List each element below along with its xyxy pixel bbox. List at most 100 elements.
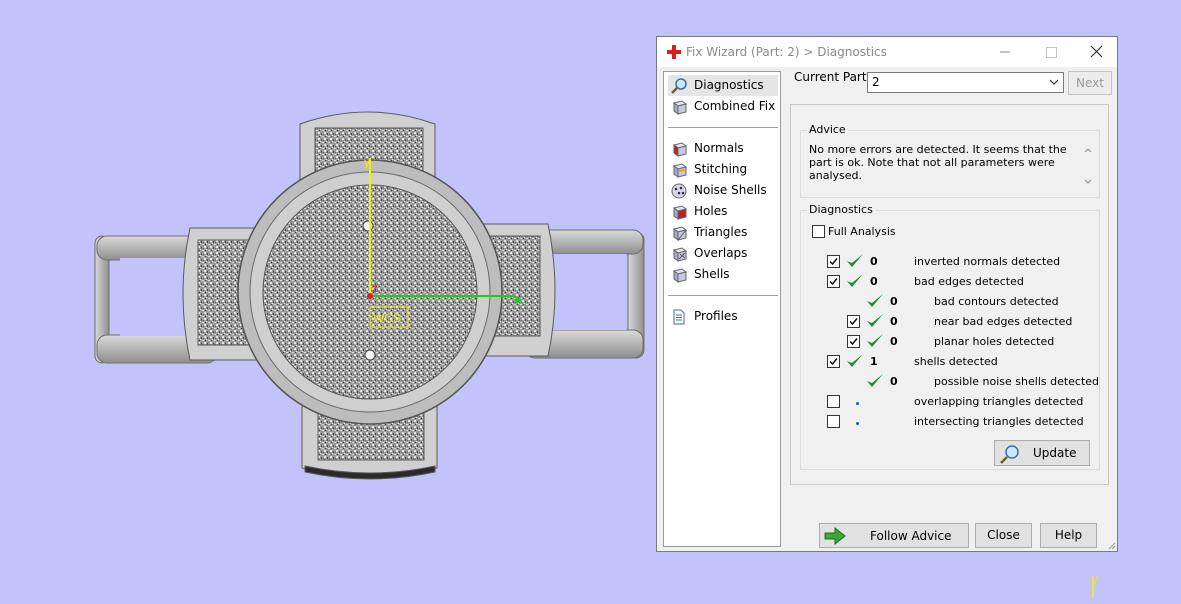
checkmark-icon xyxy=(829,358,838,366)
diagnostic-row: 1 shells detected xyxy=(801,353,1099,375)
nav-item-diagnostics[interactable]: Diagnostics xyxy=(668,75,778,96)
ok-check-icon xyxy=(866,313,884,329)
nav-item-overlaps[interactable]: Overlaps xyxy=(668,243,778,264)
current-part-label: Current Part: xyxy=(794,70,871,84)
diagnostics-title: Diagnostics xyxy=(807,203,875,216)
triangles-icon xyxy=(672,226,688,241)
diagnostic-label: planar holes detected xyxy=(934,335,1055,348)
nav-item-noise-shells[interactable]: Noise Shells xyxy=(668,180,778,201)
maximize-icon xyxy=(1046,47,1057,58)
advice-title: Advice xyxy=(807,123,848,136)
corner-triad-icon xyxy=(1092,575,1099,598)
chevron-down-icon xyxy=(1049,79,1059,85)
fix-wizard-dialog: Fix Wizard (Part: 2) > Diagnostics Diagn… xyxy=(656,36,1118,552)
diagnostic-checkbox[interactable] xyxy=(827,395,840,408)
diagnostic-row: overlapping triangles detected xyxy=(801,395,1099,415)
nav-divider xyxy=(668,127,778,128)
nav-item-normals[interactable]: Normals xyxy=(668,138,778,159)
ok-check-icon xyxy=(846,273,864,289)
diagnostic-count: 0 xyxy=(890,295,898,308)
maximize-button[interactable] xyxy=(1028,37,1074,67)
nav-label: Profiles xyxy=(694,309,738,323)
pending-dot-icon xyxy=(856,402,859,405)
diagnostic-checkbox[interactable] xyxy=(827,275,840,288)
cube-icon xyxy=(672,100,688,115)
resize-grip-icon[interactable] xyxy=(1106,540,1116,550)
diagnostic-label: intersecting triangles detected xyxy=(914,415,1084,428)
diagnostic-count: 0 xyxy=(890,335,898,348)
diagnostic-row: 0 possible noise shells detected xyxy=(801,373,1099,395)
y-axis-label: y xyxy=(364,155,370,169)
wcs-label: WCS xyxy=(373,311,401,325)
diagnostic-count: 0 xyxy=(870,275,878,288)
diagnostic-checkbox[interactable] xyxy=(847,335,860,348)
diagnostic-row: 0 bad contours detected xyxy=(801,293,1099,315)
ok-check-icon xyxy=(866,333,884,349)
current-part-select[interactable]: 2 xyxy=(867,72,1064,93)
nav-label: Stitching xyxy=(694,162,748,176)
nav-item-combined-fix[interactable]: Combined Fix xyxy=(668,96,778,117)
checkmark-icon xyxy=(849,338,858,346)
diagnostic-label: inverted normals detected xyxy=(914,255,1061,268)
diagnostic-row: 0 near bad edges detected xyxy=(801,313,1099,335)
diagnostic-checkbox[interactable] xyxy=(827,355,840,368)
help-button[interactable]: Help xyxy=(1040,523,1097,548)
wizard-nav: Diagnostics Combined Fix Normals Stitchi… xyxy=(663,71,781,547)
checkmark-icon xyxy=(829,258,838,266)
checkmark-icon xyxy=(829,278,838,286)
diagnostic-count: 0 xyxy=(890,315,898,328)
diagnostic-label: bad edges detected xyxy=(914,275,1024,288)
full-analysis-checkbox[interactable] xyxy=(812,225,825,238)
diagnostic-row: 0 inverted normals detected xyxy=(801,254,1099,275)
magnifier-icon xyxy=(1000,445,1019,464)
holes-icon xyxy=(672,205,688,220)
diagnostic-label: shells detected xyxy=(914,355,998,368)
nav-item-shells[interactable]: Shells xyxy=(668,264,778,285)
follow-advice-button[interactable]: Follow Advice xyxy=(819,523,969,548)
overlaps-icon xyxy=(672,247,688,262)
title-bar[interactable]: Fix Wizard (Part: 2) > Diagnostics xyxy=(657,37,1117,67)
nav-item-holes[interactable]: Holes xyxy=(668,201,778,222)
z-axis-label: z xyxy=(372,281,378,295)
ok-check-icon xyxy=(866,293,884,309)
diagnostic-label: overlapping triangles detected xyxy=(914,395,1084,408)
normals-icon xyxy=(672,142,688,157)
pending-dot-icon xyxy=(856,422,859,425)
minimize-icon xyxy=(1000,51,1010,53)
follow-advice-label: Follow Advice xyxy=(870,529,952,543)
diagnostic-checkbox[interactable] xyxy=(827,415,840,428)
close-icon xyxy=(1090,45,1103,58)
ok-check-icon xyxy=(846,353,864,369)
next-button[interactable]: Next xyxy=(1068,71,1112,95)
diagnostic-checkbox[interactable] xyxy=(847,315,860,328)
update-label: Update xyxy=(1033,446,1077,460)
diagnostic-row: 0 bad edges detected xyxy=(801,273,1099,295)
diagnostic-count: 0 xyxy=(870,255,878,268)
nav-item-triangles[interactable]: Triangles xyxy=(668,222,778,243)
nav-item-stitching[interactable]: Stitching xyxy=(668,159,778,180)
nav-label: Shells xyxy=(694,267,730,281)
nav-label: Triangles xyxy=(694,225,748,239)
diagnostic-row: intersecting triangles detected xyxy=(801,415,1099,435)
magnifier-icon xyxy=(671,78,687,94)
close-window-button[interactable] xyxy=(1074,37,1120,67)
current-part-value: 2 xyxy=(872,75,880,89)
diagnostics-group: Diagnostics Full Analysis 0 inverted norm… xyxy=(800,203,1100,470)
noise-shells-icon xyxy=(671,183,687,199)
diagnostic-checkbox[interactable] xyxy=(827,255,840,268)
nav-item-profiles[interactable]: Profiles xyxy=(668,306,778,327)
minimize-button[interactable] xyxy=(982,37,1028,67)
diagnostic-count: 0 xyxy=(890,375,898,388)
nav-label: Overlaps xyxy=(694,246,748,260)
update-button[interactable]: Update xyxy=(994,440,1090,466)
window-title: Fix Wizard (Part: 2) > Diagnostics xyxy=(686,45,887,59)
nav-divider xyxy=(668,295,778,296)
diagnostic-count: 1 xyxy=(870,355,878,368)
red-cross-icon xyxy=(667,45,681,59)
stitching-icon xyxy=(672,163,688,178)
full-analysis-label: Full Analysis xyxy=(828,225,896,238)
close-button[interactable]: Close xyxy=(975,523,1032,548)
nav-label: Diagnostics xyxy=(694,78,764,92)
ok-check-icon xyxy=(866,373,884,389)
advice-scrollbar[interactable] xyxy=(1081,143,1095,189)
